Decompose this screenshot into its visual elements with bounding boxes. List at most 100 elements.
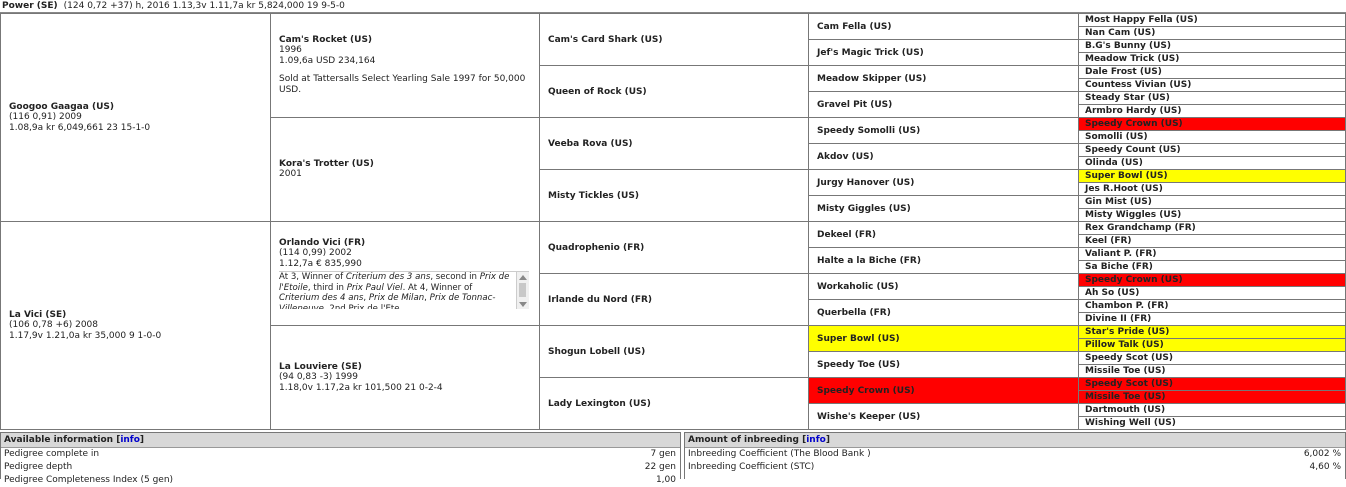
horse-name[interactable]: La Louviere (SE)	[279, 362, 539, 372]
pedigree-cell-gen5[interactable]: Somolli (US)	[1078, 130, 1346, 144]
pedigree-cell-gen4[interactable]: Akdov (US)	[808, 143, 1079, 170]
pedigree-cell-gen5[interactable]: Dartmouth (US)	[1078, 403, 1346, 417]
horse-name[interactable]: Nan Cam (US)	[1085, 27, 1155, 39]
horse-name[interactable]: Speedy Crown (US)	[817, 386, 915, 396]
pedigree-cell-gen5[interactable]: Most Happy Fella (US)	[1078, 13, 1346, 27]
horse-name[interactable]: Lady Lexington (US)	[548, 399, 651, 409]
pedigree-cell-gen5[interactable]: Divine II (FR)	[1078, 312, 1346, 326]
pedigree-cell-gen5[interactable]: Speedy Crown (US)	[1078, 273, 1346, 287]
pedigree-cell-gen5[interactable]: Gin Mist (US)	[1078, 195, 1346, 209]
horse-name[interactable]: Kora's Trotter (US)	[279, 159, 539, 169]
horse-name[interactable]: Cam's Card Shark (US)	[548, 35, 663, 45]
pedigree-cell-gen3[interactable]: Veeba Rova (US)	[539, 117, 809, 170]
pedigree-cell-gen5[interactable]: Olinda (US)	[1078, 156, 1346, 170]
horse-name[interactable]: Speedy Crown (US)	[1085, 118, 1183, 130]
pedigree-cell-gen4[interactable]: Meadow Skipper (US)	[808, 65, 1079, 92]
pedigree-cell-gen3[interactable]: Queen of Rock (US)	[539, 65, 809, 118]
scroll-down-icon[interactable]	[519, 302, 527, 307]
horse-name[interactable]: Star's Pride (US)	[1085, 326, 1169, 338]
inbreeding-info-link[interactable]: info	[806, 435, 826, 445]
horse-name[interactable]: Countess Vivian (US)	[1085, 79, 1191, 91]
pedigree-cell-gen5[interactable]: Speedy Scot (US)	[1078, 351, 1346, 365]
horse-name[interactable]: Pillow Talk (US)	[1085, 339, 1164, 351]
pedigree-cell-gen5[interactable]: Speedy Scot (US)	[1078, 377, 1346, 391]
pedigree-cell-gen1[interactable]: Googoo Gaagaa (US) (116 0,91) 2009 1.08,9a…	[0, 13, 271, 222]
horse-name[interactable]: Speedy Somolli (US)	[817, 126, 920, 136]
pedigree-cell-gen4[interactable]: Gravel Pit (US)	[808, 91, 1079, 118]
horse-name[interactable]: Queen of Rock (US)	[548, 87, 647, 97]
horse-name[interactable]: Dartmouth (US)	[1085, 404, 1165, 416]
pedigree-cell-gen5[interactable]: Armbro Hardy (US)	[1078, 104, 1346, 118]
pedigree-cell-gen5[interactable]: Speedy Count (US)	[1078, 143, 1346, 157]
pedigree-cell-gen2[interactable]: Orlando Vici (FR) (114 0,99) 2002 1.12,7a …	[270, 221, 540, 326]
horse-name[interactable]: Wishe's Keeper (US)	[817, 412, 920, 422]
horse-name[interactable]: Olinda (US)	[1085, 157, 1143, 169]
horse-name[interactable]: Keel (FR)	[1085, 235, 1132, 247]
pedigree-cell-gen4[interactable]: Wishe's Keeper (US)	[808, 403, 1079, 430]
pedigree-cell-gen5[interactable]: Sa Biche (FR)	[1078, 260, 1346, 274]
pedigree-cell-gen4[interactable]: Super Bowl (US)	[808, 325, 1079, 352]
horse-name[interactable]: Jurgy Hanover (US)	[817, 178, 914, 188]
horse-name[interactable]: Jes R.Hoot (US)	[1085, 183, 1163, 195]
horse-name[interactable]: Most Happy Fella (US)	[1085, 14, 1198, 26]
pedigree-cell-gen4[interactable]: Workaholic (US)	[808, 273, 1079, 300]
horse-name[interactable]: Jef's Magic Trick (US)	[817, 48, 924, 58]
pedigree-cell-gen4[interactable]: Misty Giggles (US)	[808, 195, 1079, 222]
pedigree-cell-gen3[interactable]: Quadrophenio (FR)	[539, 221, 809, 274]
horse-name[interactable]: Quadrophenio (FR)	[548, 243, 644, 253]
horse-name[interactable]: Ah So (US)	[1085, 287, 1139, 299]
pedigree-cell-gen3[interactable]: Shogun Lobell (US)	[539, 325, 809, 378]
pedigree-cell-gen4[interactable]: Cam Fella (US)	[808, 13, 1079, 40]
horse-name[interactable]: Dekeel (FR)	[817, 230, 876, 240]
pedigree-cell-gen5[interactable]: Missile Toe (US)	[1078, 364, 1346, 378]
pedigree-cell-gen5[interactable]: Misty Wiggles (US)	[1078, 208, 1346, 222]
horse-name[interactable]: Somolli (US)	[1085, 131, 1148, 143]
horse-name[interactable]: Speedy Scot (US)	[1085, 352, 1173, 364]
horse-name[interactable]: Meadow Skipper (US)	[817, 74, 926, 84]
horse-name[interactable]: Misty Tickles (US)	[548, 191, 639, 201]
pedigree-cell-gen5[interactable]: Countess Vivian (US)	[1078, 78, 1346, 92]
horse-name[interactable]: Gravel Pit (US)	[817, 100, 892, 110]
horse-name[interactable]: Googoo Gaagaa (US)	[9, 102, 270, 112]
pedigree-cell-gen2[interactable]: Cam's Rocket (US) 1996 1.09,6a USD 234,164…	[270, 13, 540, 118]
pedigree-cell-gen4[interactable]: Halte a la Biche (FR)	[808, 247, 1079, 274]
pedigree-cell-gen1[interactable]: La Vici (SE) (106 0,78 +6) 2008 1.17,9v 1.…	[0, 221, 271, 430]
horse-name[interactable]: Chambon P. (FR)	[1085, 300, 1168, 312]
pedigree-cell-gen5[interactable]: Valiant P. (FR)	[1078, 247, 1346, 261]
pedigree-cell-gen5[interactable]: Meadow Trick (US)	[1078, 52, 1346, 66]
horse-name[interactable]: Missile Toe (US)	[1085, 391, 1166, 403]
horse-name[interactable]: Speedy Toe (US)	[817, 360, 900, 370]
pedigree-cell-gen4[interactable]: Speedy Toe (US)	[808, 351, 1079, 378]
horse-name[interactable]: Veeba Rova (US)	[548, 139, 633, 149]
horse-name[interactable]: Valiant P. (FR)	[1085, 248, 1156, 260]
pedigree-cell-gen5[interactable]: Keel (FR)	[1078, 234, 1346, 248]
horse-name[interactable]: Orlando Vici (FR)	[279, 238, 539, 248]
horse-name[interactable]: Super Bowl (US)	[817, 334, 900, 344]
achievements-text[interactable]: At 3, Winner of Criterium des 3 ans, sec…	[279, 271, 529, 309]
pedigree-cell-gen5[interactable]: Super Bowl (US)	[1078, 169, 1346, 183]
horse-name[interactable]: Irlande du Nord (FR)	[548, 295, 652, 305]
horse-name[interactable]: Rex Grandchamp (FR)	[1085, 222, 1196, 234]
pedigree-cell-gen5[interactable]: Chambon P. (FR)	[1078, 299, 1346, 313]
horse-name[interactable]: Speedy Crown (US)	[1085, 274, 1183, 286]
pedigree-cell-gen3[interactable]: Irlande du Nord (FR)	[539, 273, 809, 326]
pedigree-cell-gen3[interactable]: Lady Lexington (US)	[539, 377, 809, 430]
pedigree-cell-gen5[interactable]: Ah So (US)	[1078, 286, 1346, 300]
pedigree-cell-gen5[interactable]: Jes R.Hoot (US)	[1078, 182, 1346, 196]
horse-name[interactable]: Meadow Trick (US)	[1085, 53, 1179, 65]
horse-name[interactable]: Cam Fella (US)	[817, 22, 891, 32]
horse-name[interactable]: Armbro Hardy (US)	[1085, 105, 1181, 117]
horse-name[interactable]: Misty Giggles (US)	[817, 204, 911, 214]
scroll-up-icon[interactable]	[519, 275, 527, 280]
horse-name[interactable]: Super Bowl (US)	[1085, 170, 1168, 182]
pedigree-cell-gen5[interactable]: Missile Toe (US)	[1078, 390, 1346, 404]
horse-name[interactable]: Halte a la Biche (FR)	[817, 256, 921, 266]
horse-name[interactable]: Akdov (US)	[817, 152, 874, 162]
horse-name[interactable]: Dale Frost (US)	[1085, 66, 1162, 78]
pedigree-cell-gen2[interactable]: Kora's Trotter (US) 2001	[270, 117, 540, 222]
pedigree-cell-gen5[interactable]: Nan Cam (US)	[1078, 26, 1346, 40]
pedigree-cell-gen5[interactable]: Pillow Talk (US)	[1078, 338, 1346, 352]
pedigree-cell-gen5[interactable]: Star's Pride (US)	[1078, 325, 1346, 339]
horse-name[interactable]: Cam's Rocket (US)	[279, 35, 539, 45]
pedigree-cell-gen5[interactable]: Speedy Crown (US)	[1078, 117, 1346, 131]
